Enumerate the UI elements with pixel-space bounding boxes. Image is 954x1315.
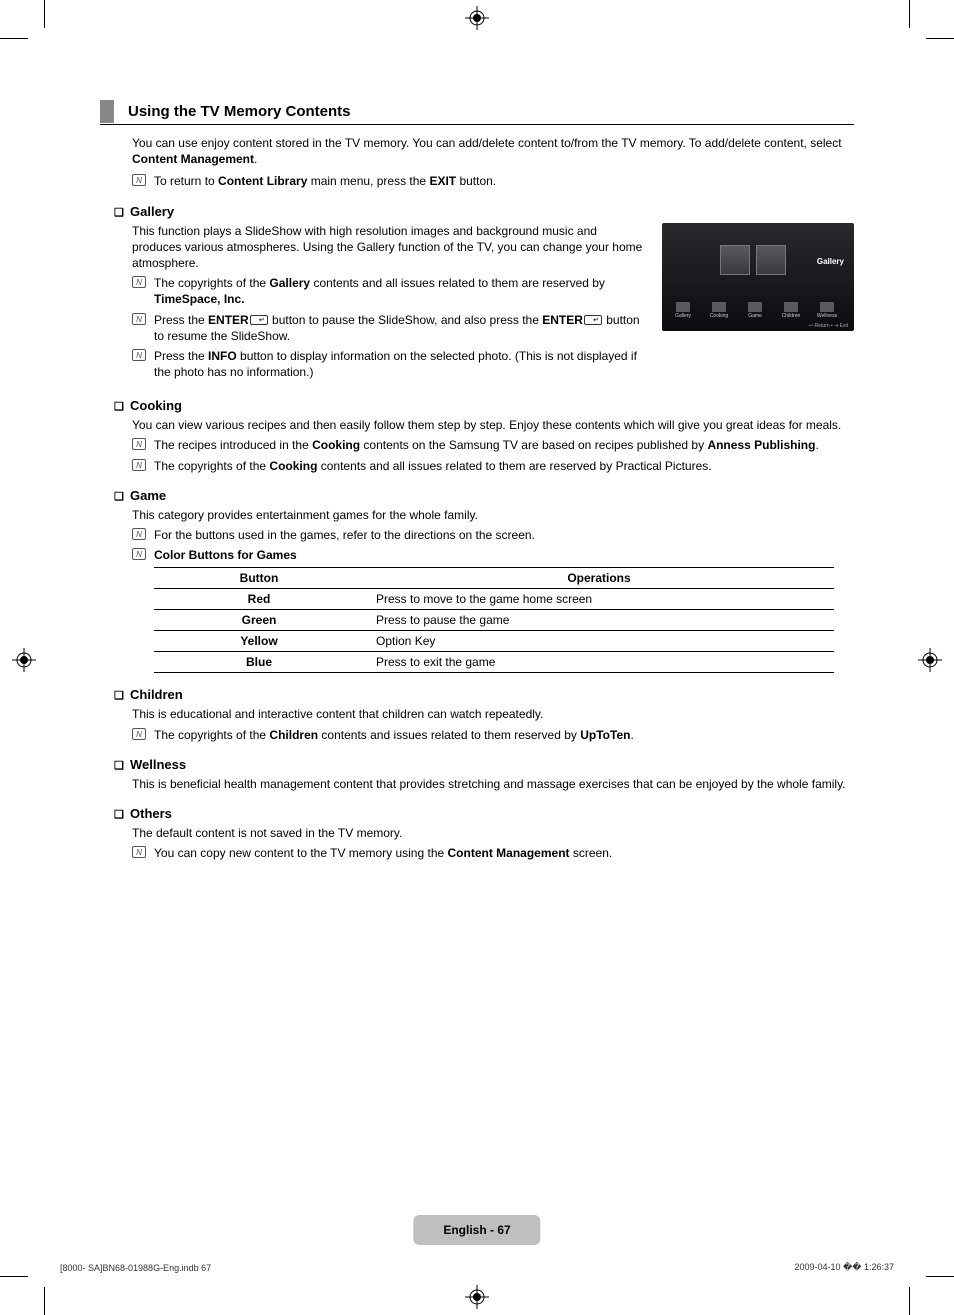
gallery-nav-icon: Game bbox=[744, 302, 766, 319]
enter-icon: ↵ bbox=[584, 315, 602, 325]
subheading-gallery: Gallery bbox=[114, 204, 854, 219]
crop-mark bbox=[44, 0, 45, 28]
table-header: Button bbox=[154, 568, 364, 589]
crop-mark bbox=[0, 1276, 28, 1277]
gallery-thumb bbox=[756, 245, 786, 275]
gallery-nav-icon: Cooking bbox=[708, 302, 730, 319]
crop-mark bbox=[44, 1287, 45, 1315]
table-row: RedPress to move to the game home screen bbox=[154, 589, 834, 610]
section-rule bbox=[100, 124, 854, 125]
note-icon: N bbox=[132, 846, 146, 858]
page-footer: English - 67 bbox=[413, 1215, 540, 1245]
gallery-body: This function plays a SlideShow with hig… bbox=[132, 223, 644, 272]
gallery-nav-icon: Children bbox=[780, 302, 802, 319]
gallery-nav-icon: Gallery bbox=[672, 302, 694, 319]
crop-mark bbox=[909, 0, 910, 28]
note-icon: N bbox=[132, 438, 146, 450]
others-note: N You can copy new content to the TV mem… bbox=[132, 845, 854, 861]
note-icon: N bbox=[132, 548, 146, 560]
gallery-note: N The copyrights of the Gallery contents… bbox=[132, 275, 644, 307]
print-info-right: 2009-04-10 �� 1:26:37 bbox=[794, 1262, 894, 1273]
table-row: GreenPress to pause the game bbox=[154, 610, 834, 631]
table-row: BluePress to exit the game bbox=[154, 652, 834, 673]
section-heading: Using the TV Memory Contents bbox=[100, 100, 854, 123]
page-content: Using the TV Memory Contents You can use… bbox=[100, 100, 854, 865]
wellness-body: This is beneficial health management con… bbox=[132, 776, 854, 792]
table-header: Operations bbox=[364, 568, 834, 589]
color-buttons-table: Button Operations RedPress to move to th… bbox=[154, 567, 834, 673]
game-note: N Color Buttons for Games bbox=[132, 547, 854, 563]
gallery-note: N Press the ENTER↵ button to pause the S… bbox=[132, 312, 644, 344]
note-icon: N bbox=[132, 349, 146, 361]
registration-mark-icon bbox=[465, 6, 489, 30]
subheading-children: Children bbox=[114, 687, 854, 702]
note-icon: N bbox=[132, 459, 146, 471]
intro-text: You can use enjoy content stored in the … bbox=[132, 135, 854, 167]
subheading-wellness: Wellness bbox=[114, 757, 854, 772]
cooking-note: N The recipes introduced in the Cooking … bbox=[132, 437, 854, 453]
crop-mark bbox=[926, 38, 954, 39]
cooking-note: N The copyrights of the Cooking contents… bbox=[132, 458, 854, 474]
cooking-body: You can view various recipes and then ea… bbox=[132, 417, 854, 433]
gallery-screenshot: Gallery Gallery Cooking Game Children We… bbox=[662, 223, 854, 331]
children-body: This is educational and interactive cont… bbox=[132, 706, 854, 722]
gallery-label: Gallery bbox=[817, 257, 844, 266]
note-icon: N bbox=[132, 728, 146, 740]
note-icon: N bbox=[132, 313, 146, 325]
table-row: YellowOption Key bbox=[154, 631, 834, 652]
gallery-thumb bbox=[720, 245, 750, 275]
registration-mark-icon bbox=[12, 648, 36, 672]
others-body: The default content is not saved in the … bbox=[132, 825, 854, 841]
note-icon: N bbox=[132, 528, 146, 540]
note-icon: N bbox=[132, 276, 146, 288]
gallery-nav-icon: Wellness bbox=[816, 302, 838, 319]
game-body: This category provides entertainment gam… bbox=[132, 507, 854, 523]
subheading-cooking: Cooking bbox=[114, 398, 854, 413]
game-note: N For the buttons used in the games, ref… bbox=[132, 527, 854, 543]
gallery-footer: ↩ Return • ⇥ Exit bbox=[809, 323, 848, 329]
enter-icon: ↵ bbox=[250, 315, 268, 325]
print-info-left: [8000- SA]BN68-01988G-Eng.indb 67 bbox=[60, 1263, 211, 1273]
gallery-note: N Press the INFO button to display infor… bbox=[132, 348, 644, 380]
note-icon: N bbox=[132, 174, 146, 186]
subheading-others: Others bbox=[114, 806, 854, 821]
registration-mark-icon bbox=[918, 648, 942, 672]
crop-mark bbox=[909, 1287, 910, 1315]
registration-mark-icon bbox=[465, 1285, 489, 1309]
subheading-game: Game bbox=[114, 488, 854, 503]
crop-mark bbox=[0, 38, 28, 39]
intro-note: N To return to Content Library main menu… bbox=[132, 173, 854, 189]
children-note: N The copyrights of the Children content… bbox=[132, 727, 854, 743]
crop-mark bbox=[926, 1276, 954, 1277]
